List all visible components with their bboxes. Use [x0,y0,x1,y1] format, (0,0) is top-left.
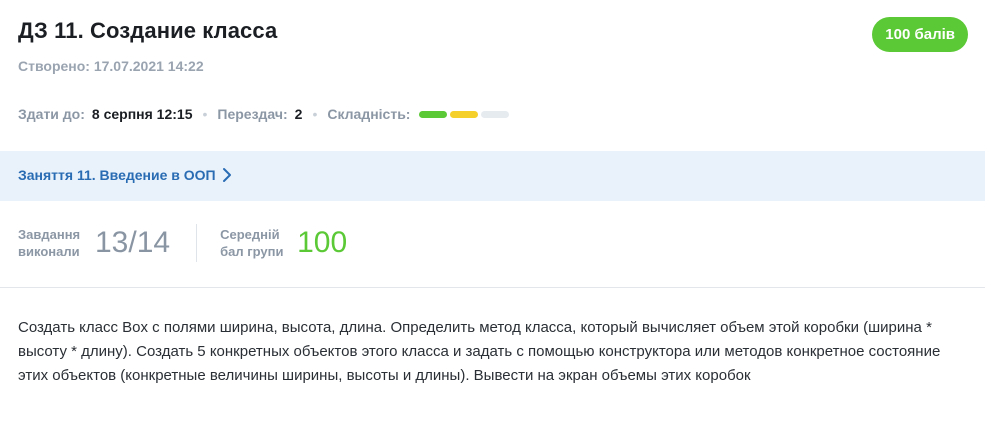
avg-label-line2: бал групи [220,244,284,259]
avg-label-line1: Середній [220,227,280,242]
tasks-completed-stat: Завдання виконали 13/14 [18,226,170,260]
difficulty-indicator [419,110,510,118]
resubmits-value: 2 [294,106,303,122]
difficulty-segment-3 [481,110,510,118]
deadline-label: Здати до: [18,106,85,122]
tasks-completed-value: 13/14 [95,226,171,259]
stats-row: Завдання виконали 13/14 Середній бал гру… [18,224,347,262]
difficulty-segment-2 [450,110,479,118]
stat-divider [196,224,198,262]
separator-dot: • [312,106,318,122]
task-description: Создать класс Box с полями ширина, высот… [18,319,941,384]
lesson-link-label: Заняття 11. Введение в ООП [18,167,216,183]
difficulty-segment-1 [419,110,448,118]
meta-row: Здати до: 8 серпня 12:15 • Перездач: 2 •… [18,105,510,123]
resubmits-label: Перездач: [217,106,288,122]
page-title: ДЗ 11. Создание класса [18,18,278,43]
group-average-value: 100 [297,226,348,259]
chevron-right-icon [222,167,232,183]
difficulty-label: Складність: [327,106,411,122]
deadline-value: 8 серпня 12:15 [91,106,193,122]
tasks-label-line2: виконали [18,244,80,259]
tasks-completed-label: Завдання виконали [18,226,90,260]
lesson-bar: Заняття 11. Введение в ООП [0,151,985,201]
created-date: Створено: 17.07.2021 14:22 [18,58,204,74]
lesson-link[interactable]: Заняття 11. Введение в ООП [18,167,232,183]
group-average-label: Середній бал групи [220,226,292,260]
homework-page: ДЗ 11. Создание класса Створено: 17.07.2… [0,0,985,428]
score-badge: 100 балів [872,17,968,52]
group-average-stat: Середній бал групи 100 [220,226,347,260]
tasks-label-line1: Завдання [18,227,81,242]
divider [0,287,985,288]
separator-dot: • [202,106,208,122]
